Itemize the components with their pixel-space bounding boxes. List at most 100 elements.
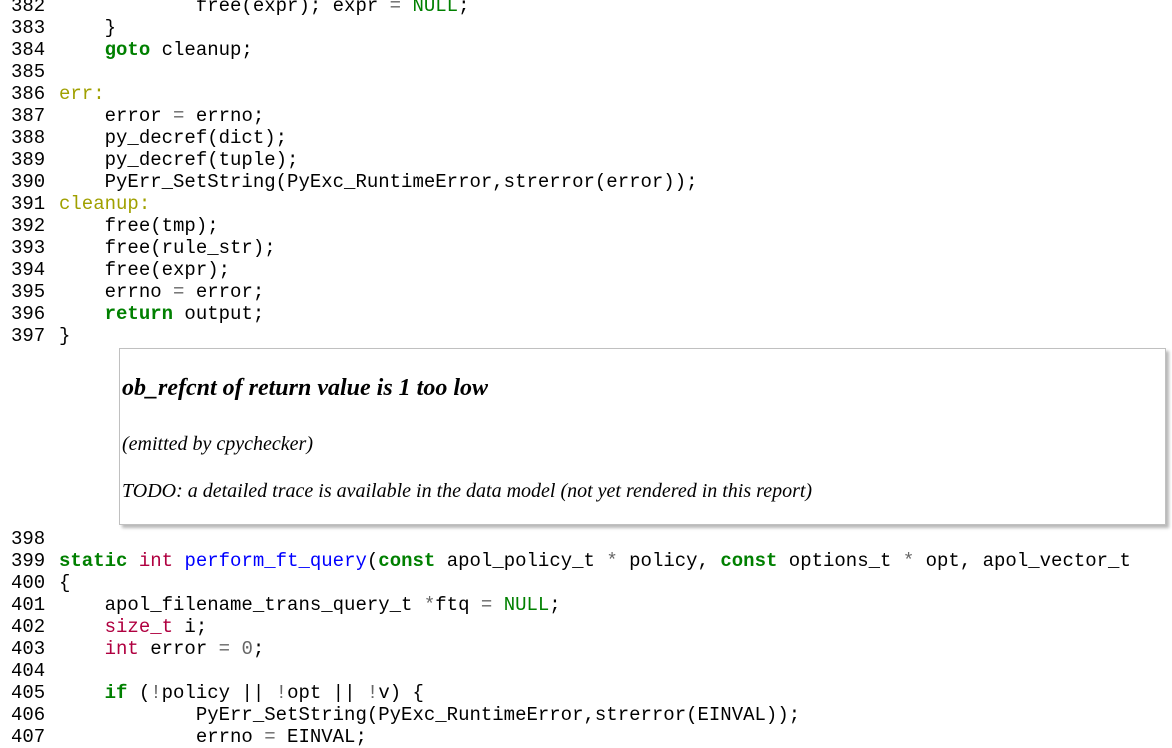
code-token: PyErr_SetString(PyExc_RuntimeError,strer… <box>59 171 698 193</box>
code-token: options_t <box>777 550 903 572</box>
code-token: ! <box>150 682 162 704</box>
line-number: 390 <box>11 171 46 193</box>
code-line: 382 free(expr); expr = NULL; <box>0 0 1172 17</box>
code-token: static <box>59 550 128 572</box>
code-token: PyErr_SetString(PyExc_RuntimeError,strer… <box>59 704 801 726</box>
line-number: 393 <box>11 237 46 259</box>
code-line: 402 size_t i; <box>0 616 1172 638</box>
line-number: 397 <box>11 325 46 347</box>
annotation-todo-note: TODO: a detailed trace is available in t… <box>122 480 813 502</box>
code-line: 398 <box>0 528 1172 550</box>
annotation-title: ob_refcnt of return value is 1 too low <box>122 375 489 401</box>
code-token: errno <box>59 281 174 303</box>
code-token: NULL <box>503 594 550 616</box>
code-token: ; <box>252 638 265 660</box>
code-token: = <box>173 105 185 127</box>
line-number: 389 <box>11 149 46 171</box>
code-token: = <box>218 638 231 660</box>
code-line: 395 errno = error; <box>0 281 1172 303</box>
line-number: 402 <box>11 616 46 638</box>
code-token: apol_filename_trans_query_t <box>59 594 424 616</box>
code-line: 387 error = errno; <box>0 105 1172 127</box>
code-line: 404 <box>0 660 1172 682</box>
code-token: = <box>389 0 402 17</box>
line-number: 399 <box>11 550 46 572</box>
code-token: free(expr); <box>59 259 231 281</box>
code-token: policy, <box>617 550 721 572</box>
code-token: i; <box>173 616 208 638</box>
code-line: 401 apol_filename_trans_query_t *ftq = N… <box>0 594 1172 616</box>
code-line: 393 free(rule_str); <box>0 237 1172 259</box>
code-line: 391 cleanup: <box>0 193 1172 215</box>
code-token: ! <box>366 682 379 704</box>
code-token: cleanup; <box>150 39 253 61</box>
code-token: ftq <box>435 594 481 616</box>
code-token: policy || <box>161 682 276 704</box>
code-line: 385 <box>0 61 1172 83</box>
line-number: 388 <box>11 127 46 149</box>
line-number: 398 <box>11 528 46 550</box>
code-token: * <box>423 594 436 616</box>
code-listing-bottom: 398 399 static int perform_ft_query(const … <box>0 528 1172 748</box>
code-line: 386 err: <box>0 83 1172 105</box>
code-token: return <box>104 303 174 325</box>
code-token: ( <box>127 682 151 704</box>
code-token: EINVAL; <box>275 726 367 748</box>
code-line: 384 goto cleanup; <box>0 39 1172 61</box>
line-number: 387 <box>11 105 46 127</box>
line-number: 407 <box>11 726 46 748</box>
code-token: perform_ft_query <box>184 550 367 572</box>
code-line: 403 int error = 0; <box>0 638 1172 660</box>
code-token: v) { <box>378 682 424 704</box>
code-line: 392 free(tmp); <box>0 215 1172 237</box>
line-number: 403 <box>11 638 46 660</box>
line-number: 392 <box>11 215 46 237</box>
code-line: 396 return output; <box>0 303 1172 325</box>
code-token: error; <box>184 281 265 303</box>
line-number: 401 <box>11 594 46 616</box>
code-token: free(rule_str); <box>59 237 276 259</box>
code-line: 399 static int perform_ft_query(const apo… <box>0 550 1172 572</box>
code-token: const <box>378 550 436 572</box>
code-token: apol_policy_t <box>435 550 607 572</box>
code-token: { <box>59 572 71 594</box>
line-number: 405 <box>11 682 46 704</box>
line-number: 385 <box>11 61 46 83</box>
code-token: * <box>606 550 618 572</box>
code-line: 388 py_decref(dict); <box>0 127 1172 149</box>
code-token: errno; <box>184 105 265 127</box>
code-token: int <box>104 638 139 660</box>
code-line: 390 PyErr_SetString(PyExc_RuntimeError,s… <box>0 171 1172 193</box>
code-token: output; <box>173 303 265 325</box>
code-token: ; <box>549 594 561 616</box>
code-token: const <box>720 550 778 572</box>
code-token: ; <box>458 0 470 17</box>
code-token: errno <box>59 726 265 748</box>
code-token: = <box>264 726 276 748</box>
code-line: 394 free(expr); <box>0 259 1172 281</box>
code-token: free(expr); expr <box>59 0 390 17</box>
code-token: ( <box>366 550 379 572</box>
code-line: 389 py_decref(tuple); <box>0 149 1172 171</box>
code-token: cleanup: <box>59 193 151 215</box>
line-number: 386 <box>11 83 46 105</box>
code-token: opt, apol_vector_t <box>914 550 1131 572</box>
code-token: NULL <box>412 0 459 17</box>
code-line: 400 { <box>0 572 1172 594</box>
line-number: 383 <box>11 17 46 39</box>
code-token: = <box>173 281 185 303</box>
code-listing-top: 382 free(expr); expr = NULL; 383 } 384 got… <box>0 0 1172 347</box>
code-token: err: <box>59 83 105 105</box>
code-token: 0 <box>241 638 253 660</box>
line-number: 384 <box>11 39 46 61</box>
code-line: 397} <box>0 325 1172 347</box>
code-line: 407 errno = EINVAL; <box>0 726 1172 748</box>
